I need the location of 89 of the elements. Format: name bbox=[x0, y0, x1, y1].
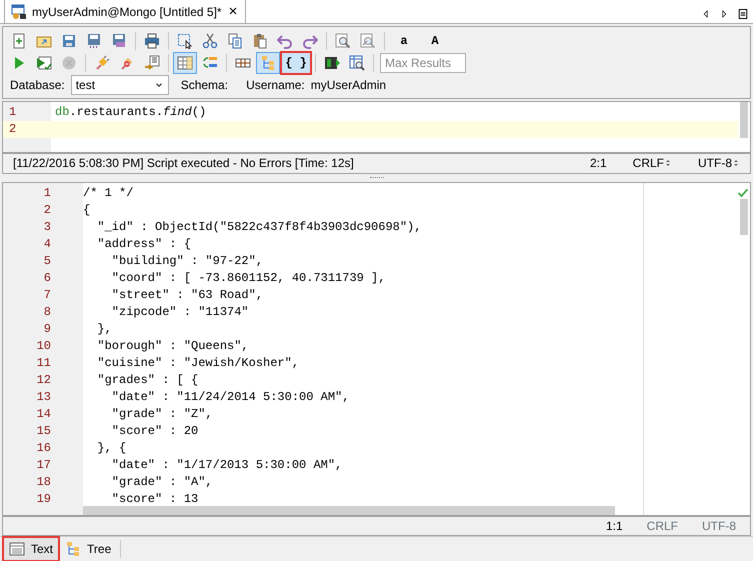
code-line: "_id" : ObjectId("5822c437f8f4b3903dc90698"), bbox=[96, 219, 422, 236]
line-number: 2 bbox=[42, 202, 52, 220]
format-button[interactable]: A bbox=[420, 30, 450, 52]
line-number: 5 bbox=[42, 253, 52, 270]
text-view-icon bbox=[9, 541, 25, 557]
line-number: 2 bbox=[3, 121, 51, 138]
code-line: "grades" : [ { bbox=[96, 372, 198, 390]
code-line: "score" : 20 bbox=[110, 423, 198, 440]
unplug-icon bbox=[119, 55, 135, 71]
undo-icon bbox=[277, 33, 293, 49]
printer-icon bbox=[144, 33, 160, 49]
new-file-icon bbox=[11, 33, 27, 49]
tree-icon bbox=[65, 541, 82, 557]
document-tab[interactable]: myUserAdmin@Mongo [Untitled 5]* × bbox=[4, 0, 246, 23]
line-number: 10 bbox=[36, 338, 52, 356]
line-number: 7 bbox=[42, 287, 52, 304]
plug-icon bbox=[94, 55, 110, 71]
format-button[interactable]: { } bbox=[281, 52, 311, 74]
cursor-position: 1:1 bbox=[606, 518, 623, 535]
scrollbar-thumb[interactable] bbox=[740, 199, 748, 236]
toolbar-button[interactable] bbox=[173, 52, 197, 74]
line-number: 15 bbox=[36, 423, 52, 440]
line-number: 9 bbox=[42, 321, 52, 338]
code-line: "grade" : "Z", bbox=[110, 406, 213, 424]
find-icon bbox=[335, 33, 351, 49]
splitter-handle[interactable] bbox=[370, 177, 384, 180]
scrollbar-thumb[interactable] bbox=[740, 102, 748, 138]
encoding-label: UTF-8 bbox=[702, 518, 736, 535]
line-number: 1 bbox=[8, 104, 18, 121]
code-line: /* 1 */ bbox=[83, 185, 134, 202]
grid-icon bbox=[177, 55, 193, 71]
line-number: 4 bbox=[42, 236, 52, 254]
close-button[interactable]: × bbox=[226, 4, 240, 19]
line-number: 12 bbox=[36, 372, 52, 390]
line-number: 14 bbox=[36, 406, 52, 424]
paste-icon bbox=[252, 33, 268, 49]
tab-title: myUserAdmin@Mongo [Untitled 5]* bbox=[32, 4, 222, 20]
replace-icon bbox=[360, 33, 376, 49]
code-line: "grade" : "A", bbox=[110, 474, 213, 492]
line-number: 1 bbox=[42, 185, 52, 202]
line-number: 17 bbox=[36, 457, 52, 474]
code-line: "zipcode" : "11374" bbox=[110, 304, 249, 322]
username-value: myUserAdmin bbox=[310, 77, 386, 94]
save-as-icon bbox=[86, 33, 102, 49]
line-number: 3 bbox=[42, 219, 52, 236]
line-number: 13 bbox=[36, 389, 52, 406]
line-number: 8 bbox=[42, 304, 52, 322]
view-tab[interactable]: Text bbox=[3, 537, 60, 561]
line-number: 16 bbox=[36, 440, 52, 458]
line-number: 18 bbox=[36, 474, 52, 492]
table-search-icon bbox=[349, 55, 365, 71]
line-number: 19 bbox=[36, 491, 52, 508]
code-line: "building" : "97-22", bbox=[110, 253, 264, 270]
import-icon bbox=[144, 55, 160, 71]
check-icon bbox=[737, 187, 749, 200]
menu-icon bbox=[737, 8, 749, 20]
code-line: "coord" : [ -73.8601152, 40.7311739 ], bbox=[110, 270, 386, 288]
line-number: 11 bbox=[36, 355, 52, 372]
code-line: { bbox=[83, 202, 90, 220]
terminal-icon bbox=[324, 55, 340, 71]
schema-label: Schema: bbox=[180, 77, 228, 94]
format-button[interactable]: a bbox=[389, 30, 419, 52]
save-icon bbox=[61, 33, 77, 49]
code-line: "cuisine" : "Jewish/Kosher", bbox=[96, 355, 300, 372]
redo-icon bbox=[302, 33, 318, 49]
selection-icon bbox=[177, 33, 193, 49]
code-line: "borough" : "Queens", bbox=[96, 338, 249, 356]
code-line: db.restaurants.find() bbox=[54, 104, 206, 121]
database-select[interactable]: test bbox=[70, 75, 169, 95]
code-line: }, bbox=[96, 321, 112, 338]
code-line: "date" : "11/24/2014 5:30:00 AM", bbox=[110, 389, 350, 406]
database-script-icon bbox=[11, 4, 27, 20]
view-tab[interactable]: Tree bbox=[59, 537, 118, 561]
code-line: "score" : 13 bbox=[110, 491, 198, 508]
scissors-icon bbox=[202, 33, 218, 49]
code-line: "date" : "1/17/2013 5:30:00 AM", bbox=[110, 457, 342, 474]
tree-icon bbox=[260, 55, 276, 71]
copy-icon bbox=[227, 33, 243, 49]
username-label: Username: bbox=[246, 77, 305, 94]
stop-icon bbox=[61, 55, 77, 71]
max-results-field[interactable]: Max Results bbox=[380, 53, 466, 73]
database-label: Database: bbox=[10, 77, 65, 94]
save-all-icon bbox=[111, 33, 127, 49]
line-ending-label: CRLF bbox=[646, 518, 678, 535]
code-line: "street" : "63 Road", bbox=[110, 287, 264, 304]
code-line: }, { bbox=[96, 440, 126, 458]
code-line: "address" : { bbox=[96, 236, 192, 254]
horizontal-scrollbar-thumb[interactable] bbox=[83, 506, 615, 515]
line-number: 6 bbox=[42, 270, 52, 288]
